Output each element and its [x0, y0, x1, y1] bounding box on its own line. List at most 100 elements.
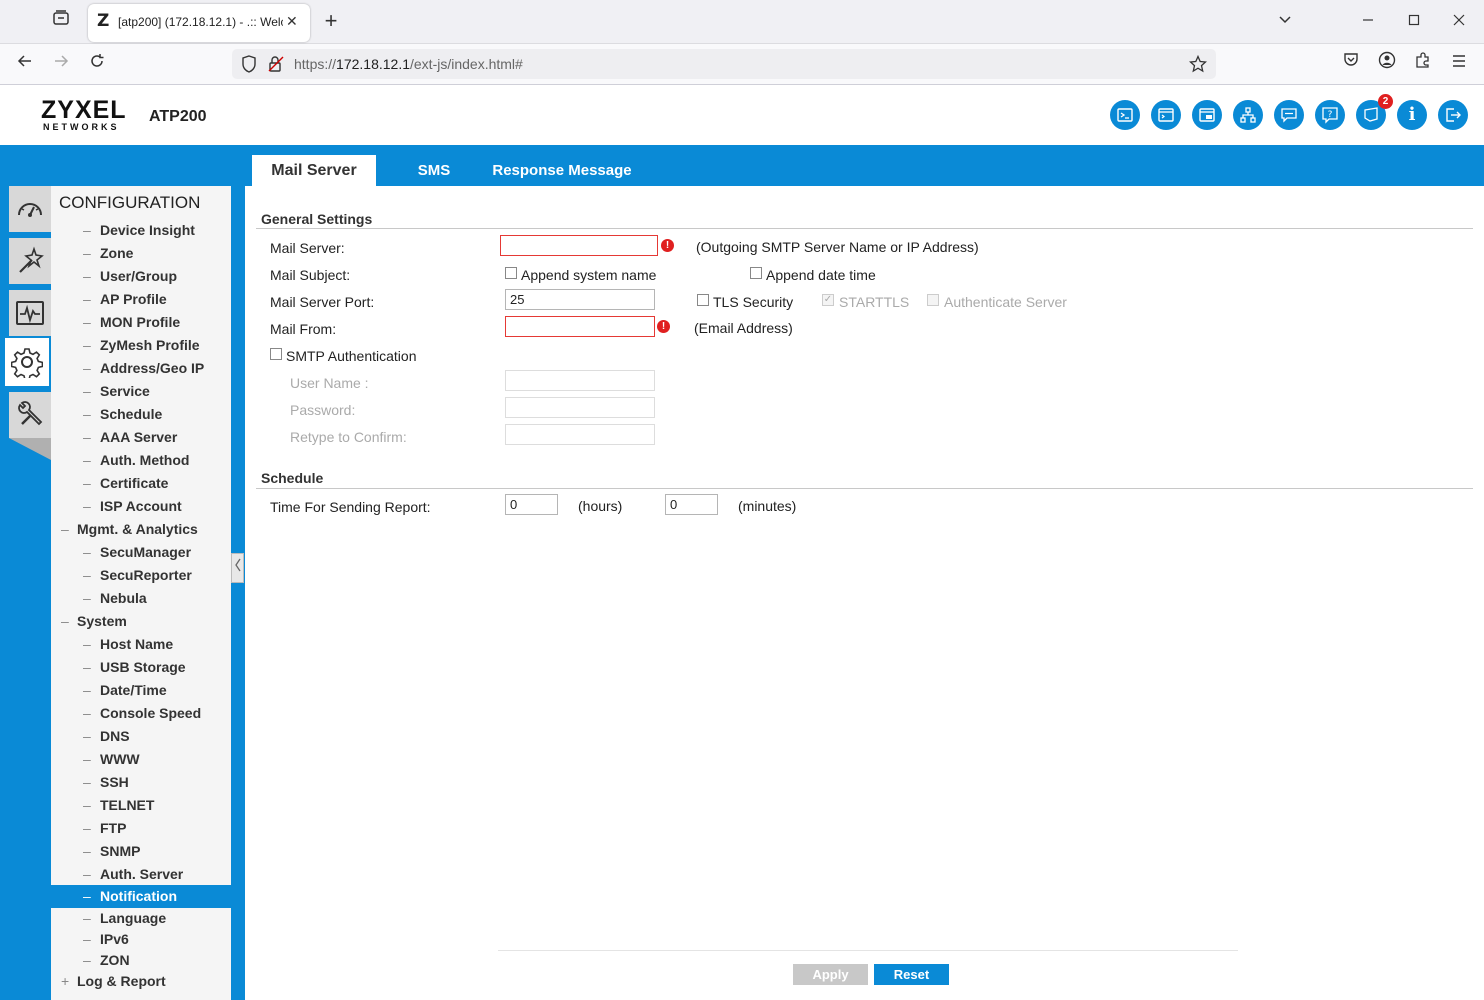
menu-item-date-time[interactable]: – Date/Time: [51, 679, 231, 702]
menu-item-isp-account[interactable]: – ISP Account: [51, 495, 231, 518]
tree-dash[interactable]: –: [61, 610, 69, 633]
tab-sms[interactable]: SMS: [405, 155, 463, 187]
password-input[interactable]: [505, 397, 655, 418]
info-icon[interactable]: i: [1397, 100, 1427, 130]
pocket-icon[interactable]: [1338, 51, 1364, 77]
menu-item-dns[interactable]: – DNS: [51, 725, 231, 748]
menu-item-secumanager[interactable]: – SecuManager: [51, 541, 231, 564]
menu-item-certificate[interactable]: – Certificate: [51, 472, 231, 495]
retype-password-input[interactable]: [505, 424, 655, 445]
menu-item-log-report[interactable]: + Log & Report: [51, 970, 231, 993]
menu-item-auth-method[interactable]: – Auth. Method: [51, 449, 231, 472]
left-icon-strip: [5, 186, 51, 1000]
shield-icon[interactable]: [241, 55, 257, 78]
url-bar[interactable]: https://172.18.12.1/ext-js/index.html#: [232, 49, 1216, 79]
collapse-sidebar-chevron-icon[interactable]: [231, 553, 244, 583]
menu-item-auth-server[interactable]: – Auth. Server: [51, 863, 231, 886]
cli-window-icon[interactable]: [1151, 100, 1181, 130]
console-icon[interactable]: [1110, 100, 1140, 130]
menu-item-zone[interactable]: – Zone: [51, 242, 231, 265]
minimize-window-icon[interactable]: [1355, 9, 1381, 35]
starttls-checkbox[interactable]: ✓: [822, 294, 834, 306]
menu-item-ap-profile[interactable]: – AP Profile: [51, 288, 231, 311]
tree-dash[interactable]: –: [61, 518, 69, 541]
menu-item-zon[interactable]: – ZON: [51, 949, 231, 972]
extensions-icon[interactable]: [1410, 51, 1436, 77]
menu-item-label: SecuManager: [100, 544, 192, 560]
menu-item-ipv6[interactable]: – IPv6: [51, 928, 231, 951]
menu-item-label: SecuReporter: [100, 567, 192, 583]
expand-icon[interactable]: +: [61, 970, 69, 993]
tab-mail-server[interactable]: Mail Server: [252, 155, 376, 187]
tab-list-icon[interactable]: [48, 9, 74, 35]
menu-item-system[interactable]: – System: [51, 610, 231, 633]
bookmark-star-icon[interactable]: [1188, 54, 1208, 78]
account-icon[interactable]: [1374, 51, 1400, 77]
mail-server-input[interactable]: [500, 235, 658, 256]
logout-icon[interactable]: [1438, 100, 1468, 130]
menu-item-device-insight[interactable]: – Device Insight: [51, 219, 231, 242]
user-name-input[interactable]: [505, 370, 655, 391]
menu-item-aaa-server[interactable]: – AAA Server: [51, 426, 231, 449]
close-tab-icon[interactable]: ✕: [286, 13, 298, 30]
new-tab-icon[interactable]: +: [318, 9, 344, 35]
quick-setup-wizard-icon[interactable]: [9, 238, 51, 284]
menu-item-usb-storage[interactable]: – USB Storage: [51, 656, 231, 679]
authenticate-server-checkbox[interactable]: [927, 294, 939, 306]
insecure-lock-icon[interactable]: [267, 55, 285, 78]
mail-from-label: Mail From:: [270, 321, 337, 337]
menu-item-www[interactable]: – WWW: [51, 748, 231, 771]
menu-item-mgmt-analytics[interactable]: – Mgmt. & Analytics: [51, 518, 231, 541]
menu-item-host-name[interactable]: – Host Name: [51, 633, 231, 656]
chat-icon[interactable]: [1274, 100, 1304, 130]
menu-item-address-geo-ip[interactable]: – Address/Geo IP: [51, 357, 231, 380]
network-topology-icon[interactable]: [1233, 100, 1263, 130]
networks-logo-text: NETWORKS: [43, 122, 120, 132]
smtp-authentication-checkbox[interactable]: [270, 348, 282, 360]
append-system-name-checkbox[interactable]: [505, 267, 517, 279]
menu-item-language[interactable]: – Language: [51, 907, 231, 930]
reset-button[interactable]: Reset: [874, 964, 949, 985]
reload-icon[interactable]: [84, 51, 110, 77]
tab-response-message[interactable]: Response Message: [482, 155, 642, 187]
menu-item-telnet[interactable]: – TELNET: [51, 794, 231, 817]
mail-server-port-input[interactable]: [505, 289, 655, 310]
forward-icon[interactable]: [48, 51, 74, 77]
report-minutes-input[interactable]: [665, 494, 718, 515]
browser-tab-active[interactable]: Z [atp200] (172.18.12.1) - .:: Welco ✕: [88, 4, 310, 42]
menu-item-notification[interactable]: – Notification: [51, 885, 231, 908]
tab-overflow-chevron-icon[interactable]: [1272, 9, 1298, 35]
close-window-icon[interactable]: [1446, 9, 1472, 35]
url-text[interactable]: https://172.18.12.1/ext-js/index.html#: [294, 56, 523, 72]
maintenance-tools-icon[interactable]: [9, 392, 51, 438]
menu-item-schedule[interactable]: – Schedule: [51, 403, 231, 426]
menu-item-service[interactable]: – Service: [51, 380, 231, 403]
apply-button[interactable]: Apply: [793, 964, 868, 985]
menu-item-zymesh-profile[interactable]: – ZyMesh Profile: [51, 334, 231, 357]
menu-item-user-group[interactable]: – User/Group: [51, 265, 231, 288]
maximize-window-icon[interactable]: [1401, 9, 1427, 35]
browser-menu-icon[interactable]: [1446, 51, 1472, 77]
tree-dash: –: [83, 728, 91, 744]
mail-from-input[interactable]: [505, 316, 655, 337]
menu-item-snmp[interactable]: – SNMP: [51, 840, 231, 863]
menu-item-nebula[interactable]: – Nebula: [51, 587, 231, 610]
minutes-unit-label: (minutes): [738, 498, 797, 514]
append-date-time-checkbox[interactable]: [750, 267, 762, 279]
configuration-gear-icon[interactable]: [5, 338, 49, 386]
help-icon[interactable]: ?: [1315, 100, 1345, 130]
monitor-icon[interactable]: [9, 290, 51, 336]
menu-item-secureporter[interactable]: – SecuReporter: [51, 564, 231, 587]
tree-dash: –: [83, 475, 91, 491]
menu-item-label: Address/Geo IP: [100, 360, 205, 376]
back-icon[interactable]: [12, 51, 38, 77]
menu-item-console-speed[interactable]: – Console Speed: [51, 702, 231, 725]
tls-security-checkbox[interactable]: [697, 294, 709, 306]
menu-item-mon-profile[interactable]: – MON Profile: [51, 311, 231, 334]
dashboard-icon[interactable]: [9, 186, 51, 232]
report-hours-input[interactable]: [505, 494, 558, 515]
popup-window-icon[interactable]: [1192, 100, 1222, 130]
tree-dash: –: [83, 705, 91, 721]
menu-item-ssh[interactable]: – SSH: [51, 771, 231, 794]
menu-item-ftp[interactable]: – FTP: [51, 817, 231, 840]
